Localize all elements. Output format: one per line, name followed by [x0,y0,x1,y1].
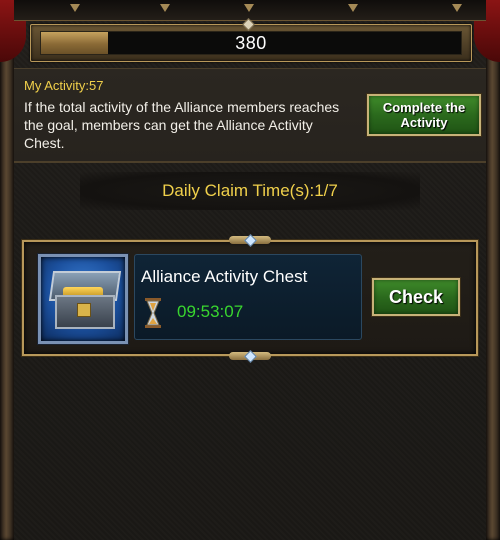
progress-track: 380 [40,31,462,55]
chest-name: Alliance Activity Chest [141,267,308,286]
chest-card: Alliance Activity Chest 09:53:07 Check [22,234,478,363]
treasure-chest-icon [38,254,128,344]
complete-activity-button[interactable]: Complete the Activity [367,94,481,136]
ornament-triangle-icon [160,4,170,12]
card-bottom-ornament [229,350,271,363]
chest-timer: 09:53:07 [177,302,244,321]
ornament-triangle-icon [244,4,254,12]
chest-lock [77,303,91,317]
activity-progress-bar: 380 [30,18,472,62]
ornament-triangle-icon [70,4,80,12]
top-ornament-strip [14,0,486,21]
card-gem-icon [244,234,257,247]
alliance-activity-screen: 380 My Activity:57 If the total activity… [0,0,500,540]
activity-description: If the total activity of the Alliance me… [24,99,340,151]
ornament-triangle-icon [452,4,462,12]
chest-info-panel: Alliance Activity Chest 09:53:07 [134,254,362,340]
my-activity-label: My Activity:57 [24,78,104,93]
card-gem-icon [244,350,257,363]
card-top-ornament [229,234,271,247]
progress-value: 380 [235,32,267,53]
left-frame-rail [0,0,14,540]
daily-claim-label: Daily Claim Time(s):1/7 [80,172,420,210]
ornament-triangle-icon [348,4,358,12]
hourglass-icon [145,298,161,328]
activity-section: My Activity:57 If the total activity of … [14,68,486,163]
right-frame-rail [486,0,500,540]
check-button[interactable]: Check [372,278,460,316]
